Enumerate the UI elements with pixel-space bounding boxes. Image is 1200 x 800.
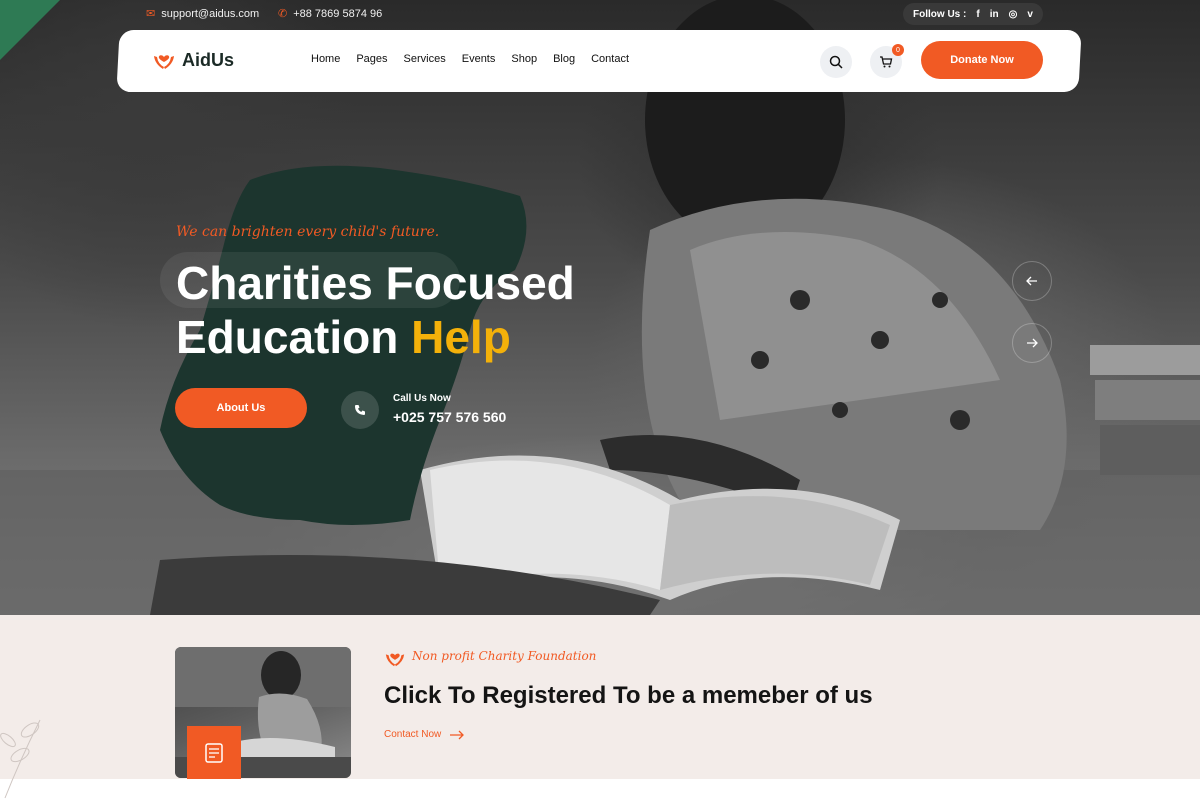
nav-item-contact[interactable]: Contact <box>591 53 629 65</box>
arrow-left-icon <box>1026 276 1037 286</box>
form-icon <box>205 742 223 763</box>
follow-label: Follow Us : <box>913 8 967 20</box>
call-button[interactable] <box>341 391 379 429</box>
nav-item-home[interactable]: Home <box>311 53 340 65</box>
arrow-right-icon <box>1027 338 1038 348</box>
logo-hands-heart-icon <box>154 55 174 69</box>
contact-now-label: Contact Now <box>384 729 442 740</box>
search-icon <box>829 55 843 69</box>
donate-button[interactable]: Donate Now <box>921 41 1043 79</box>
bottom-strip <box>0 779 1200 800</box>
mail-icon: ✉ <box>146 8 156 20</box>
topbar: ✉ support@aidus.com ✆ +88 7869 5874 96 F… <box>0 0 1200 28</box>
hero-tagline: We can brighten every child's future. <box>176 224 440 240</box>
email-text: support@aidus.com <box>161 7 260 20</box>
headline-line-1: Charities Focused <box>176 257 575 309</box>
follow-us: Follow Us : f in ◎ v <box>903 3 1043 25</box>
call-number[interactable]: +025 757 576 560 <box>393 409 506 425</box>
headline-accent: Help <box>411 311 511 363</box>
cart-icon <box>880 56 893 68</box>
cart-count-badge: 0 <box>892 44 904 56</box>
header: AidUs Home Pages Services Events Shop Bl… <box>118 30 1080 92</box>
logo[interactable]: AidUs <box>152 48 234 72</box>
cart-button[interactable]: 0 <box>870 44 904 78</box>
about-us-button[interactable]: About Us <box>175 388 307 428</box>
nav-item-pages[interactable]: Pages <box>356 53 387 65</box>
hero-headline: Charities Focused Education Help <box>176 256 575 364</box>
headline-line-2-main: Education <box>176 311 399 363</box>
phone-info[interactable]: ✆ +88 7869 5874 96 <box>278 7 383 21</box>
headline-line-2: Education Help <box>176 310 575 364</box>
call-label: Call Us Now <box>393 393 451 404</box>
phone-icon: ✆ <box>278 8 288 20</box>
slider-next-button[interactable] <box>1012 323 1052 363</box>
nav-item-events[interactable]: Events <box>462 53 496 65</box>
cta-eyebrow: Non profit Charity Foundation <box>412 649 597 663</box>
nav-item-shop[interactable]: Shop <box>511 53 537 65</box>
leaf-decoration-icon <box>0 719 41 799</box>
arrow-right-icon <box>450 730 465 739</box>
email-info[interactable]: ✉ support@aidus.com <box>146 7 260 21</box>
charity-hands-icon <box>385 653 405 667</box>
instagram-icon[interactable]: ◎ <box>1009 9 1018 20</box>
nav-item-blog[interactable]: Blog <box>553 53 575 65</box>
search-button[interactable] <box>820 46 852 78</box>
main-nav: Home Pages Services Events Shop Blog Con… <box>311 53 629 65</box>
facebook-icon[interactable]: f <box>976 9 979 20</box>
registration-icon-box <box>187 726 241 779</box>
contact-now-link[interactable]: Contact Now <box>384 729 465 740</box>
phone-icon <box>355 405 365 415</box>
linkedin-icon[interactable]: in <box>990 9 999 20</box>
brand-name: AidUs <box>182 49 235 70</box>
cta-title: Click To Registered To be a memeber of u… <box>384 682 873 709</box>
slider-prev-button[interactable] <box>1012 261 1052 301</box>
nav-item-services[interactable]: Services <box>404 53 446 65</box>
vimeo-icon[interactable]: v <box>1027 9 1033 20</box>
phone-text: +88 7869 5874 96 <box>293 7 383 20</box>
